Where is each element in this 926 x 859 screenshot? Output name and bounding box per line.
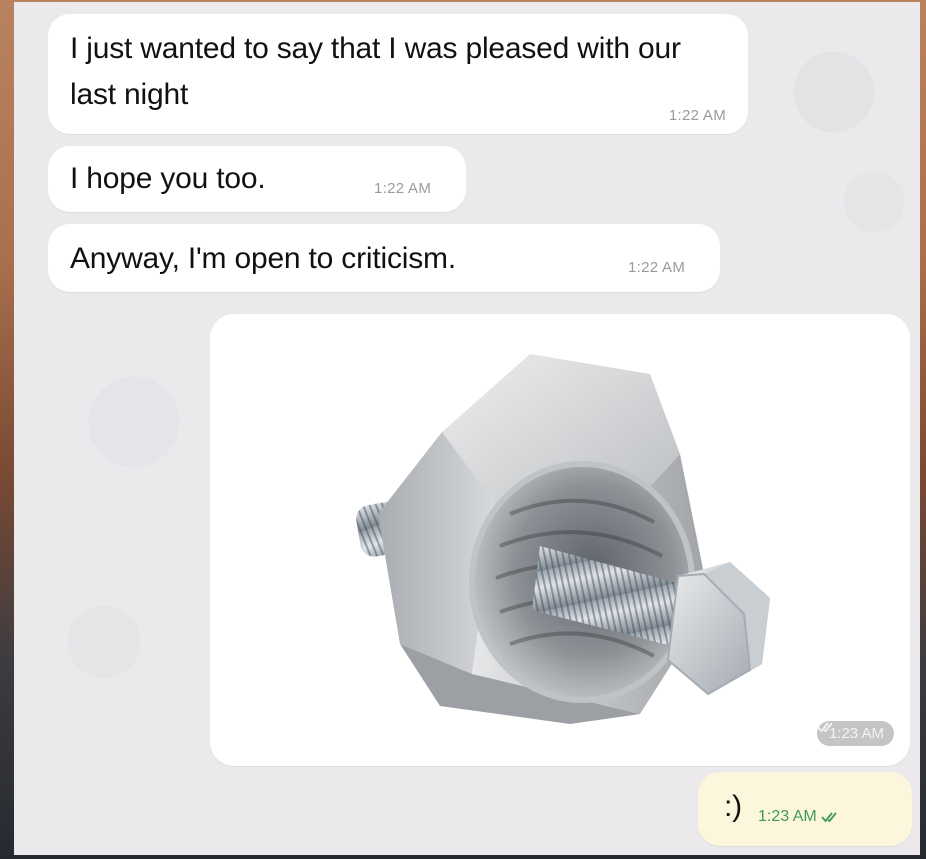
hex-nut bbox=[378, 354, 710, 724]
message-time: 1:23 AM bbox=[828, 725, 884, 742]
double-check-icon bbox=[821, 812, 837, 823]
incoming-message[interactable]: I hope you too. 1:22 AM bbox=[48, 146, 466, 212]
message-text: :) bbox=[724, 790, 742, 823]
message-time: 1:22 AM bbox=[374, 180, 432, 197]
outgoing-message[interactable]: :) 1:23 AM bbox=[698, 772, 912, 846]
incoming-message[interactable]: I just wanted to say that I was pleased … bbox=[48, 14, 748, 134]
message-text: I just wanted to say that I was pleased … bbox=[70, 32, 681, 111]
image-message[interactable]: 1:23 AM bbox=[210, 314, 910, 766]
chat-panel[interactable]: I just wanted to say that I was pleased … bbox=[14, 2, 920, 855]
message-text: Anyway, I'm open to criticism. bbox=[70, 242, 456, 275]
bolt-head bbox=[666, 562, 770, 696]
message-status: 1:23 AM bbox=[758, 808, 841, 826]
message-time: 1:22 AM bbox=[628, 259, 686, 276]
image-timestamp: 1:23 AM bbox=[816, 721, 894, 746]
nut-and-bolt-photo[interactable] bbox=[210, 314, 910, 766]
message-time: 1:23 AM bbox=[758, 808, 817, 825]
double-check-icon bbox=[817, 722, 833, 733]
incoming-message[interactable]: Anyway, I'm open to criticism. 1:22 AM bbox=[48, 224, 720, 292]
message-text: I hope you too. bbox=[70, 162, 266, 195]
message-time: 1:22 AM bbox=[668, 107, 726, 124]
